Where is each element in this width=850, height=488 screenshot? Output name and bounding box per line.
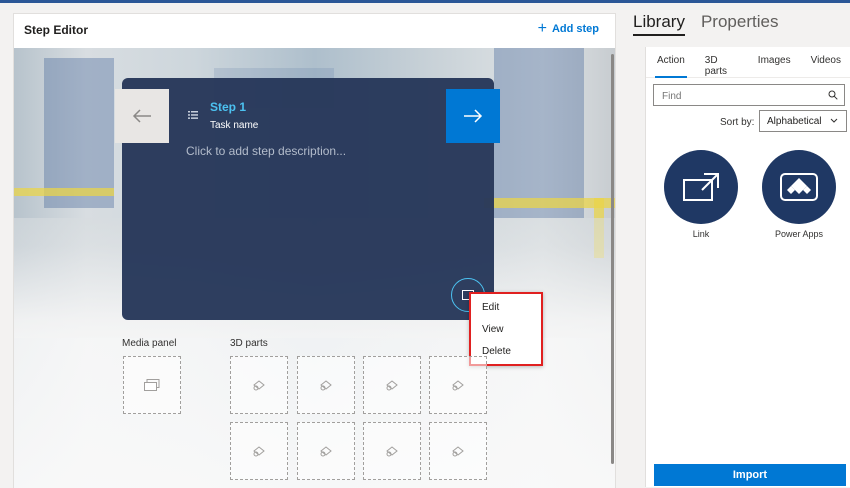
- link-tile-circle: [664, 150, 738, 224]
- sub-tab-images[interactable]: Images: [747, 47, 800, 77]
- 3d-part-slot[interactable]: [230, 422, 288, 480]
- editor-title: Step Editor: [24, 23, 89, 37]
- 3d-part-slot[interactable]: [230, 356, 288, 414]
- 3d-part-icon: [452, 446, 464, 457]
- tile-label: Power Apps: [774, 229, 824, 239]
- search-icon[interactable]: [828, 90, 838, 100]
- list-icon: [188, 111, 198, 119]
- sub-tab-videos[interactable]: Videos: [800, 47, 850, 77]
- context-menu: Edit View Delete: [469, 292, 543, 366]
- action-tile-link[interactable]: Link: [663, 150, 739, 239]
- 3d-part-slot[interactable]: [363, 356, 421, 414]
- find-field: [653, 84, 845, 106]
- bg-shelf: [44, 58, 114, 208]
- add-step-label: Add step: [551, 23, 599, 35]
- step-card: [122, 78, 494, 320]
- external-link-icon: [683, 173, 719, 201]
- sub-tab-3d-parts[interactable]: 3D parts: [694, 47, 747, 77]
- tab-library[interactable]: Library: [633, 12, 685, 36]
- step-title[interactable]: Step 1: [210, 100, 246, 114]
- 3d-part-slot[interactable]: [363, 422, 421, 480]
- bg-shelf: [494, 48, 584, 218]
- 3d-part-slot[interactable]: [429, 356, 487, 414]
- tile-label: Link: [692, 229, 710, 239]
- 3d-part-slot[interactable]: [297, 356, 355, 414]
- menu-item-edit[interactable]: Edit: [482, 302, 499, 313]
- sort-dropdown-value: Alphabetical: [767, 115, 822, 127]
- power-apps-icon: [780, 173, 818, 201]
- editor-header: Step Editor + Add step: [14, 14, 615, 48]
- action-tile-power-apps[interactable]: Power Apps: [761, 150, 837, 239]
- bg-railing: [14, 188, 114, 196]
- add-step-button[interactable]: + Add step: [537, 20, 599, 37]
- 3d-part-slot[interactable]: [297, 422, 355, 480]
- 3d-part-icon: [253, 380, 265, 391]
- step-editor: Step Editor + Add step Step 1 Task name …: [13, 13, 616, 488]
- find-input[interactable]: [660, 86, 824, 106]
- library-sub-tabs: Action 3D parts Images Videos: [646, 47, 850, 78]
- media-slot[interactable]: [123, 356, 181, 414]
- library-content: Action 3D parts Images Videos Sort by: A…: [645, 47, 850, 487]
- 3d-part-icon: [320, 380, 332, 391]
- panel-tabs: Library Properties: [633, 12, 778, 36]
- 3d-part-icon: [452, 380, 464, 391]
- step-description-field[interactable]: Click to add step description...: [186, 144, 346, 158]
- tab-properties[interactable]: Properties: [701, 12, 778, 36]
- media-panel-label: Media panel: [122, 338, 177, 349]
- 3d-part-icon: [386, 380, 398, 391]
- arrow-right-icon: [464, 109, 483, 123]
- sub-tab-action[interactable]: Action: [646, 47, 694, 78]
- 3d-part-icon: [320, 446, 332, 457]
- next-step-button[interactable]: [446, 89, 500, 143]
- 3d-parts-label: 3D parts: [230, 338, 268, 349]
- import-button[interactable]: Import: [654, 464, 846, 486]
- 3d-part-slot[interactable]: [429, 422, 487, 480]
- sort-dropdown[interactable]: Alphabetical: [759, 110, 847, 132]
- menu-item-view[interactable]: View: [482, 324, 504, 335]
- power-apps-tile-circle: [762, 150, 836, 224]
- image-placeholder-icon: [144, 379, 160, 391]
- 3d-part-icon: [386, 446, 398, 457]
- library-panel: Library Properties Action 3D parts Image…: [625, 3, 850, 487]
- plus-icon: +: [537, 20, 547, 37]
- previous-step-button[interactable]: [115, 89, 169, 143]
- chevron-down-icon: [830, 118, 838, 123]
- 3d-part-icon: [253, 446, 265, 457]
- task-name[interactable]: Task name: [210, 120, 258, 131]
- sort-by-label: Sort by:: [720, 117, 755, 128]
- arrow-left-icon: [132, 109, 151, 123]
- editor-scrollbar[interactable]: [611, 54, 614, 464]
